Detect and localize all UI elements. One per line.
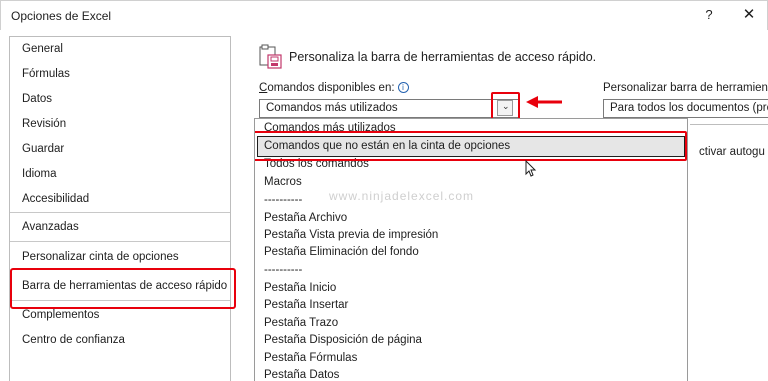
dropdown-option[interactable]: Pestaña Inicio [264, 282, 336, 294]
sidebar-item-complementos[interactable]: Complementos [22, 309, 99, 321]
close-button[interactable]: ✕ [741, 5, 757, 23]
sidebar-item-revision[interactable]: Revisión [22, 118, 66, 130]
quick-access-toolbar-icon [259, 44, 282, 69]
commands-source-select[interactable]: Comandos más utilizados [259, 99, 519, 118]
sidebar-item-centro-confianza[interactable]: Centro de confianza [22, 334, 125, 346]
dropdown-option[interactable]: Pestaña Insertar [264, 299, 348, 311]
selected-item-highlight [10, 268, 236, 309]
commands-available-label: Comandos disponibles en: i [259, 82, 409, 94]
dropdown-option[interactable]: Pestaña Eliminación del fondo [264, 246, 419, 258]
info-icon[interactable]: i [397, 82, 409, 93]
autosave-partial-text: ctivar autogu [699, 146, 765, 158]
watermark: www.ninjadelexcel.com [329, 189, 475, 203]
toolbar-scope-select[interactable]: Para todos los documentos (pre [603, 99, 768, 118]
hovered-option-highlight [255, 131, 687, 161]
dropdown-option[interactable]: Pestaña Disposición de página [264, 334, 422, 346]
sidebar-divider [10, 241, 230, 242]
mouse-pointer-icon [525, 160, 537, 177]
toolbar-scope-value: Para todos los documentos (pre [610, 102, 768, 114]
dropdown-option[interactable]: Pestaña Fórmulas [264, 352, 357, 364]
dropdown-separator: ---------- [264, 264, 303, 276]
list-box-border [690, 124, 768, 125]
commands-source-value: Comandos más utilizados [266, 102, 398, 114]
dropdown-option[interactable]: Macros [264, 176, 302, 188]
sidebar-item-formulas[interactable]: Fórmulas [22, 68, 70, 80]
title-bar: Opciones de Excel ? ✕ [0, 0, 768, 30]
sidebar-item-general[interactable]: General [22, 43, 63, 55]
commands-dropdown-list: Comandos más utilizados Comandos que no … [254, 118, 688, 381]
dropdown-option[interactable]: Pestaña Archivo [264, 212, 347, 224]
page-heading: Personaliza la barra de herramientas de … [289, 50, 597, 64]
dropdown-option[interactable]: Pestaña Vista previa de impresión [264, 229, 438, 241]
customize-toolbar-label: Personalizar barra de herramienta [603, 82, 768, 94]
sidebar-item-accesibilidad[interactable]: Accesibilidad [22, 193, 89, 205]
dropdown-option[interactable]: Pestaña Datos [264, 369, 339, 381]
commands-label-text: omandos disponibles en: [267, 82, 395, 94]
annotation-arrow-icon [526, 96, 562, 108]
sidebar-item-personalizar-cinta[interactable]: Personalizar cinta de opciones [22, 251, 179, 263]
help-button[interactable]: ? [701, 7, 717, 22]
options-sidebar: General Fórmulas Datos Revisión Guardar … [9, 36, 236, 381]
window-title: Opciones de Excel [11, 9, 112, 23]
dropdown-option[interactable]: Pestaña Trazo [264, 317, 338, 329]
dropdown-separator: ---------- [264, 194, 303, 206]
sidebar-item-idioma[interactable]: Idioma [22, 168, 57, 180]
sidebar-divider [10, 212, 230, 213]
sidebar-item-guardar[interactable]: Guardar [22, 143, 64, 155]
sidebar-item-avanzadas[interactable]: Avanzadas [22, 221, 79, 233]
sidebar-item-datos[interactable]: Datos [22, 93, 52, 105]
